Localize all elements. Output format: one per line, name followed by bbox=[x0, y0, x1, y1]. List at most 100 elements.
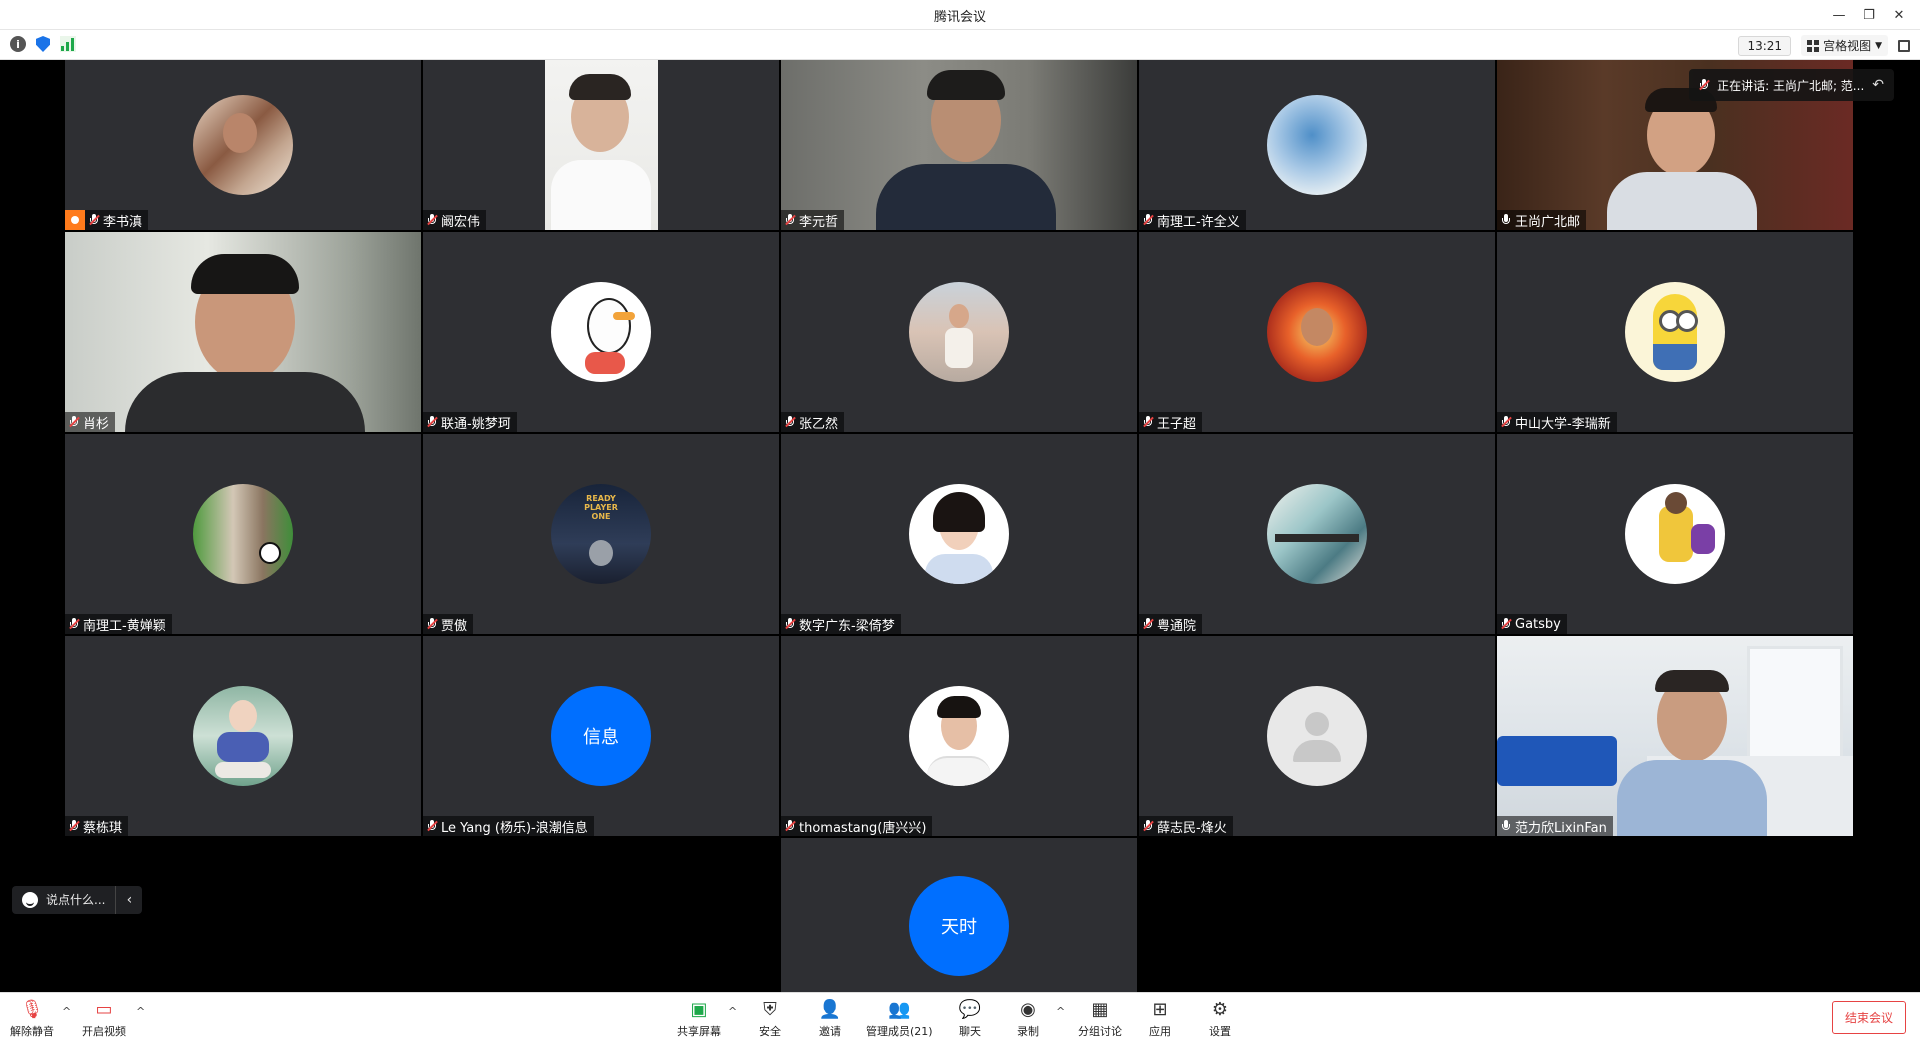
breakout-rooms-button[interactable]: ▦ 分组讨论 bbox=[1078, 997, 1122, 1039]
participant-nametag: 中山大学-李瑞新 bbox=[1497, 412, 1617, 432]
participant-tile[interactable]: thomastang(唐兴兴) bbox=[781, 636, 1137, 836]
gear-icon: ⚙ bbox=[1211, 998, 1229, 1020]
participant-name: 蔡栋琪 bbox=[83, 820, 123, 836]
participant-tile[interactable]: 信息 Le Yang (杨乐)-浪潮信息 bbox=[423, 636, 779, 836]
participant-tile[interactable]: 中山大学-李瑞新 bbox=[1497, 232, 1853, 432]
participant-tile[interactable]: Gatsby bbox=[1497, 434, 1853, 634]
participant-name: 李元哲 bbox=[799, 214, 839, 230]
mic-muted-icon bbox=[785, 820, 796, 832]
participant-name: 粤通院 bbox=[1157, 618, 1197, 634]
minimize-icon[interactable]: — bbox=[1824, 0, 1854, 30]
chevron-up-icon[interactable]: ^ bbox=[136, 1005, 145, 1018]
participant-name: 联通-姚梦珂 bbox=[441, 416, 511, 432]
settings-label: 设置 bbox=[1209, 1025, 1231, 1038]
participant-name: Gatsby bbox=[1515, 616, 1561, 632]
participant-avatar bbox=[1267, 95, 1367, 195]
participant-tile[interactable]: 联通-姚梦珂 bbox=[423, 232, 779, 432]
invite-button[interactable]: 👤 邀请 bbox=[818, 997, 842, 1039]
mic-muted-icon bbox=[427, 416, 438, 428]
participant-tile[interactable]: 李元哲 bbox=[781, 60, 1137, 230]
unmute-button[interactable]: 🎙 解除静音 bbox=[10, 997, 54, 1039]
info-icon[interactable]: i bbox=[10, 36, 26, 52]
active-speaker-label: 正在讲话: 王尚广北邮; 范... bbox=[1717, 78, 1865, 93]
network-signal-icon[interactable] bbox=[60, 36, 76, 52]
participant-name: 王尚广北邮 bbox=[1515, 214, 1581, 230]
view-switch-button[interactable]: 宫格视图 ▼ bbox=[1801, 35, 1888, 56]
participant-nametag: 李元哲 bbox=[781, 210, 845, 230]
participant-text-avatar: 天时 bbox=[909, 876, 1009, 976]
participant-avatar bbox=[193, 95, 293, 195]
unmute-label: 解除静音 bbox=[10, 1025, 54, 1038]
end-meeting-button[interactable]: 结束会议 bbox=[1831, 1001, 1906, 1034]
participant-nametag: Le Yang (杨乐)-浪潮信息 bbox=[423, 816, 594, 836]
meeting-controls: 🎙 解除静音 ^ ▭ 开启视频 ^ ▣ 共享屏幕 ^ ⛨ 安全 👤 邀请 👥 管… bbox=[0, 992, 1920, 1042]
participant-tile[interactable]: 南理工-许全义 bbox=[1139, 60, 1495, 230]
participant-avatar bbox=[1267, 282, 1367, 382]
breakout-icon: ▦ bbox=[1091, 998, 1109, 1020]
mic-muted-icon bbox=[785, 416, 796, 428]
participant-video bbox=[545, 60, 658, 230]
participant-nametag: 蔡栋琪 bbox=[65, 816, 129, 836]
participant-tile[interactable]: 范力欣LixinFan bbox=[1497, 636, 1853, 836]
participant-tile[interactable]: READY PLAYER ONE 贾傲 bbox=[423, 434, 779, 634]
mic-muted-icon bbox=[89, 214, 100, 226]
mic-muted-icon bbox=[1501, 618, 1512, 630]
chevron-up-icon[interactable]: ^ bbox=[728, 1005, 737, 1018]
close-icon[interactable]: ✕ bbox=[1884, 0, 1914, 30]
share-screen-button[interactable]: ▣ 共享屏幕 bbox=[677, 997, 721, 1039]
fullscreen-icon[interactable] bbox=[1898, 39, 1910, 52]
participant-nametag: 南理工-黄婵颖 bbox=[65, 614, 172, 634]
chevron-up-icon[interactable]: ^ bbox=[1056, 1005, 1065, 1018]
mic-muted-icon bbox=[1143, 214, 1154, 226]
security-button[interactable]: ⛨ 安全 bbox=[758, 997, 782, 1039]
manage-members-button[interactable]: 👥 管理成员(21) bbox=[866, 997, 933, 1039]
participant-nametag: 贾傲 bbox=[423, 614, 474, 634]
chevron-left-icon[interactable]: ‹ bbox=[116, 892, 142, 908]
mic-muted-icon bbox=[427, 214, 438, 226]
participant-tile[interactable]: 粤通院 bbox=[1139, 434, 1495, 634]
participant-tile[interactable]: 天时 bbox=[781, 838, 1137, 992]
participant-tile[interactable]: 王子超 bbox=[1139, 232, 1495, 432]
security-label: 安全 bbox=[759, 1025, 781, 1038]
participant-avatar bbox=[1267, 484, 1367, 584]
grid-view-icon bbox=[1807, 39, 1820, 52]
mic-muted-icon bbox=[1143, 618, 1154, 630]
restore-icon[interactable]: ❐ bbox=[1854, 0, 1884, 30]
record-button[interactable]: ◉ 录制 bbox=[1016, 997, 1040, 1039]
start-video-button[interactable]: ▭ 开启视频 bbox=[82, 997, 126, 1039]
collapse-arrow-icon[interactable]: ↶ bbox=[1872, 77, 1884, 93]
window-title: 腾讯会议 bbox=[933, 10, 986, 25]
mic-muted-icon bbox=[1143, 820, 1154, 832]
record-label: 录制 bbox=[1017, 1025, 1039, 1038]
participant-nametag: 阚宏伟 bbox=[423, 210, 487, 230]
participant-name: Le Yang (杨乐)-浪潮信息 bbox=[441, 820, 588, 836]
participant-tile[interactable]: 南理工-黄婵颖 bbox=[65, 434, 421, 634]
mic-icon bbox=[1501, 820, 1511, 832]
chat-input[interactable]: 说点什么... bbox=[46, 886, 117, 914]
title-bar: 腾讯会议 — ❐ ✕ bbox=[0, 0, 1920, 30]
participant-tile[interactable]: 李书滇 bbox=[65, 60, 421, 230]
participant-tile[interactable]: 张乙然 bbox=[781, 232, 1137, 432]
shield-icon: ⛨ bbox=[763, 998, 777, 1020]
participant-tile[interactable]: 阚宏伟 bbox=[423, 60, 779, 230]
emoji-icon[interactable] bbox=[22, 892, 38, 908]
add-user-icon: 👤 bbox=[818, 998, 842, 1020]
participant-name: 贾傲 bbox=[441, 618, 468, 634]
participant-name: 南理工-许全义 bbox=[1157, 214, 1240, 230]
manage-members-label: 管理成员(21) bbox=[866, 1025, 933, 1038]
mic-muted-icon bbox=[1501, 416, 1512, 428]
meeting-info-bar: i 13:21 宫格视图 ▼ bbox=[0, 30, 1920, 60]
participant-tile[interactable]: 数字广东-梁倚梦 bbox=[781, 434, 1137, 634]
participant-nametag: 王子超 bbox=[1139, 412, 1203, 432]
apps-button[interactable]: ⊞ 应用 bbox=[1148, 997, 1172, 1039]
participant-tile[interactable]: 蔡栋琪 bbox=[65, 636, 421, 836]
participant-tile[interactable]: 肖杉 bbox=[65, 232, 421, 432]
chat-button[interactable]: 💬 聊天 bbox=[958, 997, 982, 1039]
security-shield-icon[interactable] bbox=[36, 36, 50, 52]
quick-chat[interactable]: 说点什么... ‹ bbox=[12, 886, 143, 914]
participant-tile[interactable]: 薛志民-烽火 bbox=[1139, 636, 1495, 836]
chevron-up-icon[interactable]: ^ bbox=[62, 1005, 71, 1018]
participant-name: 王子超 bbox=[1157, 416, 1197, 432]
settings-button[interactable]: ⚙ 设置 bbox=[1208, 997, 1232, 1039]
host-icon bbox=[65, 210, 85, 230]
